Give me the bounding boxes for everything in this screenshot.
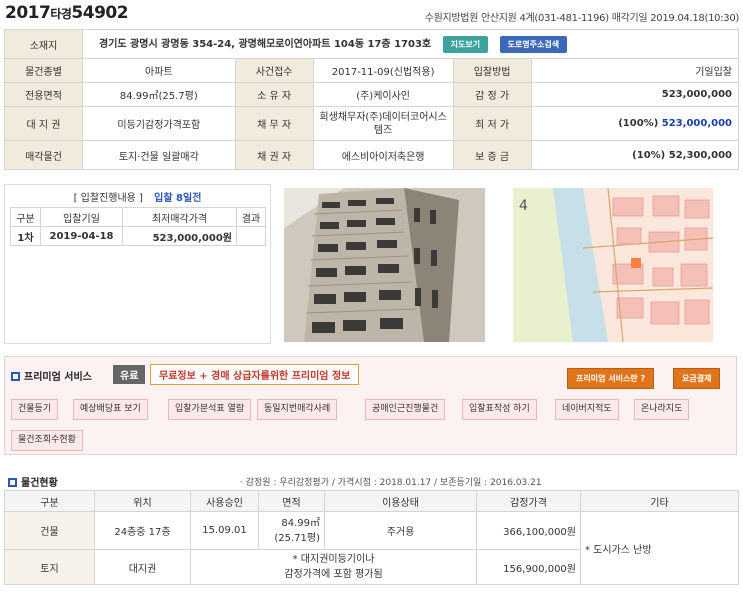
write-bid-form-link[interactable]: 입찰표작성 하기 <box>462 399 537 420</box>
bid-progress-title: [ 입찰진행내용 ] <box>73 193 143 204</box>
bid-table: 구분 입찰기일 최저매각가격 결과 1차 2019-04-18 523,000,… <box>10 207 266 246</box>
status-col-header: 사용승인 <box>190 490 259 512</box>
building-registry-link[interactable]: 건물등기 <box>11 399 59 420</box>
info-label: 최 저 가 <box>452 106 532 141</box>
info-label: 사건접수 <box>234 58 314 83</box>
info-value: 회생채무자(주)데이터코어시스템즈 <box>312 106 454 141</box>
appraisal-summary: · 감정원 : 우리감정평가 / 가격시점 : 2018.01.17 / 보존등… <box>240 478 542 488</box>
same-lot-cases-link[interactable]: 동일지번매각사례 <box>257 399 338 420</box>
building-price: 366,100,000원 <box>476 511 581 550</box>
bid-date: 2019-04-18 <box>40 226 123 246</box>
square-bullet-icon <box>11 372 20 381</box>
info-label: 채 무 자 <box>234 106 314 141</box>
minimum-price-pct: (100%) <box>618 118 659 129</box>
info-value: 에스비아이저축은행 <box>312 140 454 170</box>
payment-button[interactable]: 요금결제 <box>673 368 721 389</box>
etc-note: * 도시가스 난방 <box>580 511 739 585</box>
case-year: 2017 <box>5 3 51 23</box>
deposit-cell: (10%) 52,300,000 <box>530 140 740 170</box>
deposit-value: 52,300,000 <box>668 149 732 161</box>
building-photo[interactable] <box>284 188 485 342</box>
building-use: 주거용 <box>324 511 477 550</box>
info-value: 2017-11-09(신법적용) <box>312 58 454 83</box>
case-number: 54902 <box>71 3 129 23</box>
status-col-header: 구분 <box>4 490 95 512</box>
building-approval: 15.09.01 <box>190 511 259 550</box>
premium-description: 무료정보 + 경매 상급자를위한 프리미엄 정보 <box>150 364 360 385</box>
info-label: 채 권 자 <box>234 140 314 170</box>
bid-round: 1차 <box>10 226 41 246</box>
svg-text:4: 4 <box>519 198 528 214</box>
info-value: 기일입찰 <box>530 58 740 83</box>
premium-title: 프리미엄 서비스 <box>11 368 92 383</box>
building-label: 건물 <box>4 511 95 550</box>
info-label: 소 유 자 <box>234 82 314 107</box>
square-bullet-icon <box>8 478 17 487</box>
status-col-header: 이용상태 <box>324 490 477 512</box>
deposit-pct: (10%) <box>632 149 666 161</box>
info-value: 아파트 <box>82 58 236 83</box>
info-label: 입찰방법 <box>452 58 532 83</box>
land-note-line1: * 대지권미등기이나 <box>292 554 375 565</box>
info-value: 미등기감정가격포함 <box>82 106 236 141</box>
status-col-header: 위치 <box>94 490 191 512</box>
building-location: 24층중 17층 <box>94 511 191 550</box>
land-note-line2: 감정가격에 포함 평가됨 <box>284 569 383 580</box>
location-map-image[interactable]: 4 <box>513 188 713 342</box>
status-col-header: 감정가격 <box>476 490 581 512</box>
bid-col-header: 최저매각가격 <box>122 207 237 227</box>
naver-cadastral-link[interactable]: 네이버지적도 <box>555 399 619 420</box>
info-value: 토지·건물 일괄매각 <box>82 140 236 170</box>
road-address-search-button[interactable]: 도로명주소검색 <box>499 35 568 53</box>
view-count-link[interactable]: 물건조회수현황 <box>11 430 83 451</box>
info-value: 84.99㎡(25.7평) <box>82 82 236 107</box>
address-value: 경기도 광명시 광명동 354-24, 광명해모로이연아파트 104동 17층 … <box>99 39 432 51</box>
land-label: 토지 <box>4 549 95 585</box>
bid-col-header: 입찰기일 <box>40 207 123 227</box>
minimum-price-value: 523,000,000 <box>661 118 732 129</box>
case-title: 2017타경54902 <box>5 3 129 23</box>
info-label: 물건종별 <box>4 58 83 83</box>
bid-dday: 입찰 8일전 <box>154 193 202 204</box>
building-area-pyeong: (25.71평) <box>274 532 320 544</box>
bid-col-header: 구분 <box>10 207 41 227</box>
status-col-header: 기타 <box>580 490 739 512</box>
land-location: 대지권 <box>94 549 191 585</box>
premium-info-button[interactable]: 프리미엄 서비스란 ? <box>567 368 655 389</box>
land-price: 156,900,000원 <box>476 549 581 585</box>
premium-service-panel: 프리미엄 서비스 유료 무료정보 + 경매 상급자를위한 프리미엄 정보 프리미… <box>4 356 737 455</box>
bid-progress-header: [ 입찰진행내용 ] 입찰 8일전 <box>5 189 270 204</box>
info-value: (주)케이사인 <box>312 82 454 107</box>
expected-dividend-link[interactable]: 예상배당표 보기 <box>73 399 148 420</box>
info-label: 감 정 가 <box>452 82 532 107</box>
table-row: 건물 24층중 17층 15.09.01 84.99㎡ (25.71평) 주거용… <box>4 511 739 585</box>
bid-row: 1차 2019-04-18 523,000,000원 <box>10 226 266 246</box>
property-status-table: 구분 위치 사용승인 면적 이용상태 감정가격 기타 건물 24층중 17층 1… <box>4 490 739 585</box>
paid-badge: 유료 <box>113 365 146 384</box>
bid-progress-panel: [ 입찰진행내용 ] 입찰 8일전 구분 입찰기일 최저매각가격 결과 1차 2… <box>4 184 271 344</box>
info-label: 보 증 금 <box>452 140 532 170</box>
info-label: 대 지 권 <box>4 106 83 141</box>
bid-price: 523,000,000원 <box>122 226 237 246</box>
onnara-map-link[interactable]: 온나라지도 <box>634 399 690 420</box>
info-label: 매각물건 <box>4 140 83 170</box>
bid-col-header: 결과 <box>236 207 266 227</box>
court-info: 수원지방법원 안산지원 4계(031-481-1196) 매각기일 2019.0… <box>424 13 740 24</box>
status-col-header: 면적 <box>258 490 325 512</box>
minimum-price-cell: (100%) 523,000,000 <box>530 106 740 141</box>
address-label: 소재지 <box>4 29 83 59</box>
info-label: 전용면적 <box>4 82 83 107</box>
appraisal-value: 523,000,000 <box>530 82 740 107</box>
building-area: 84.99㎡ (25.71평) <box>258 511 325 550</box>
property-status-title: 물건현황 <box>8 474 58 489</box>
address-cell: 경기도 광명시 광명동 354-24, 광명해모로이연아파트 104동 17층 … <box>82 29 739 59</box>
bid-result <box>236 226 266 246</box>
info-table: 소재지 경기도 광명시 광명동 354-24, 광명해모로이연아파트 104동 … <box>4 29 740 170</box>
bid-analysis-link[interactable]: 입찰가분석표 열람 <box>168 399 252 420</box>
case-type: 타경 <box>50 7 72 21</box>
land-note: * 대지권미등기이나 감정가격에 포함 평가됨 <box>190 549 477 585</box>
building-area-m2: 84.99㎡ <box>281 517 320 529</box>
nearby-auctions-link[interactable]: 공매인근진행물건 <box>365 399 446 420</box>
map-view-button[interactable]: 지도보기 <box>442 35 489 53</box>
